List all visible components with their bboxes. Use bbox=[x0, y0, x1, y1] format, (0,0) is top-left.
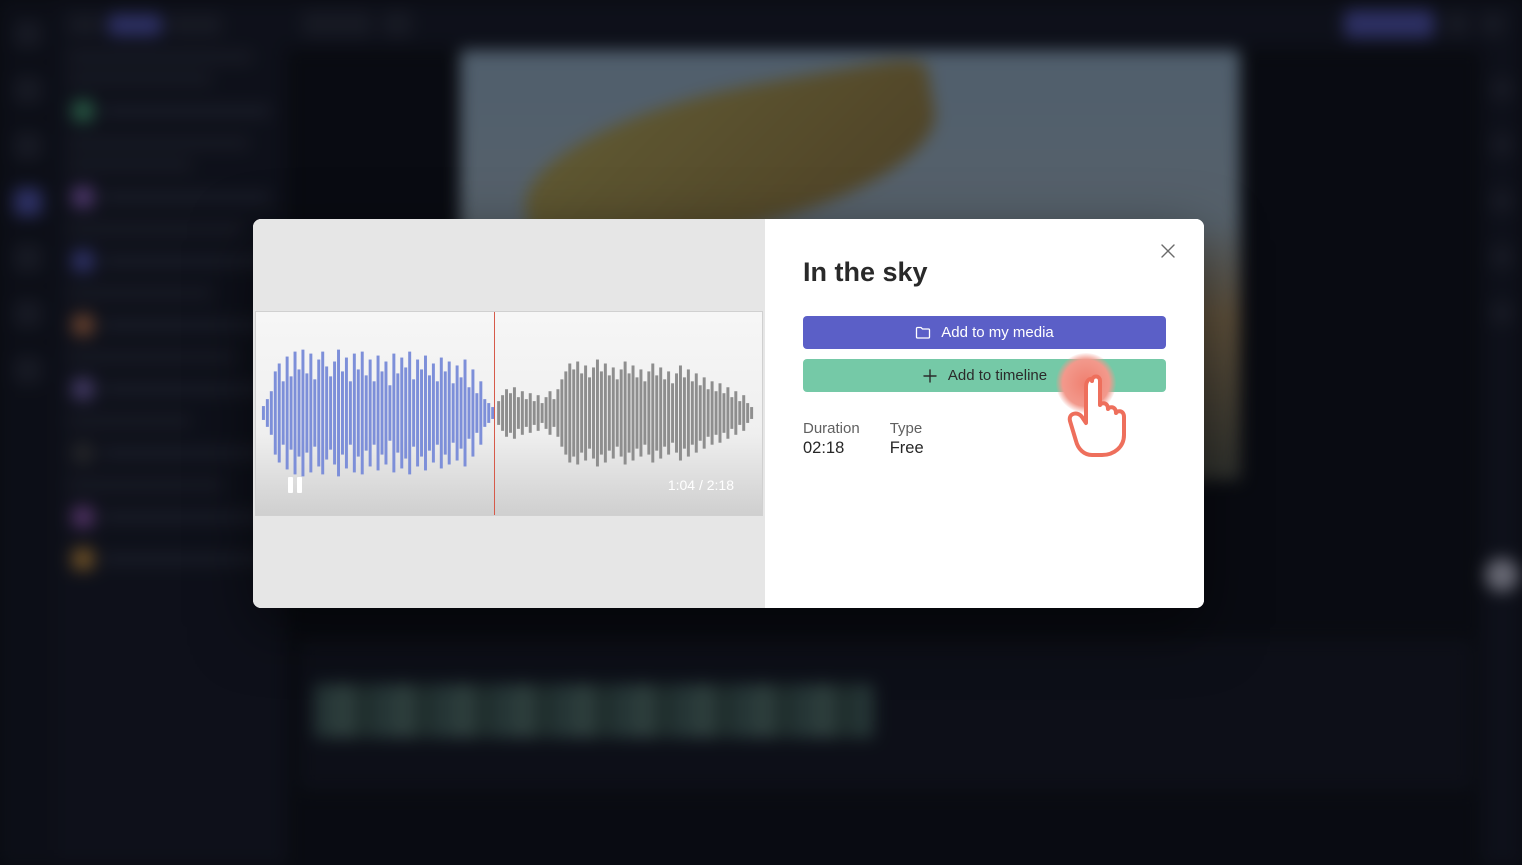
audio-details-pane: In the sky Add to my media Add to timeli… bbox=[765, 219, 1204, 608]
meta-type-label: Type bbox=[890, 420, 924, 437]
plus-icon bbox=[922, 368, 938, 384]
audio-preview-modal: 1:04 / 2:18 In the sky Add to my media A… bbox=[253, 219, 1204, 608]
folder-icon bbox=[915, 325, 931, 341]
timecode-display: 1:04 / 2:18 bbox=[668, 477, 734, 493]
waveform-controls: 1:04 / 2:18 bbox=[256, 463, 762, 515]
meta-type-value: Free bbox=[890, 439, 924, 458]
waveform-preview-pane: 1:04 / 2:18 bbox=[253, 219, 765, 608]
add-to-timeline-label: Add to timeline bbox=[948, 367, 1047, 384]
meta-duration-value: 02:18 bbox=[803, 439, 860, 458]
close-icon bbox=[1161, 244, 1175, 258]
add-to-timeline-button[interactable]: Add to timeline bbox=[803, 359, 1166, 392]
meta-duration: Duration 02:18 bbox=[803, 420, 860, 458]
pause-icon bbox=[288, 477, 293, 493]
add-to-media-label: Add to my media bbox=[941, 324, 1054, 341]
pause-icon bbox=[297, 477, 302, 493]
meta-duration-label: Duration bbox=[803, 420, 860, 437]
meta-row: Duration 02:18 Type Free bbox=[803, 420, 1166, 458]
pause-button[interactable] bbox=[284, 474, 306, 496]
audio-title: In the sky bbox=[803, 257, 1166, 288]
close-button[interactable] bbox=[1156, 239, 1180, 263]
meta-type: Type Free bbox=[890, 420, 924, 458]
waveform-box[interactable]: 1:04 / 2:18 bbox=[255, 311, 763, 516]
add-to-media-button[interactable]: Add to my media bbox=[803, 316, 1166, 349]
